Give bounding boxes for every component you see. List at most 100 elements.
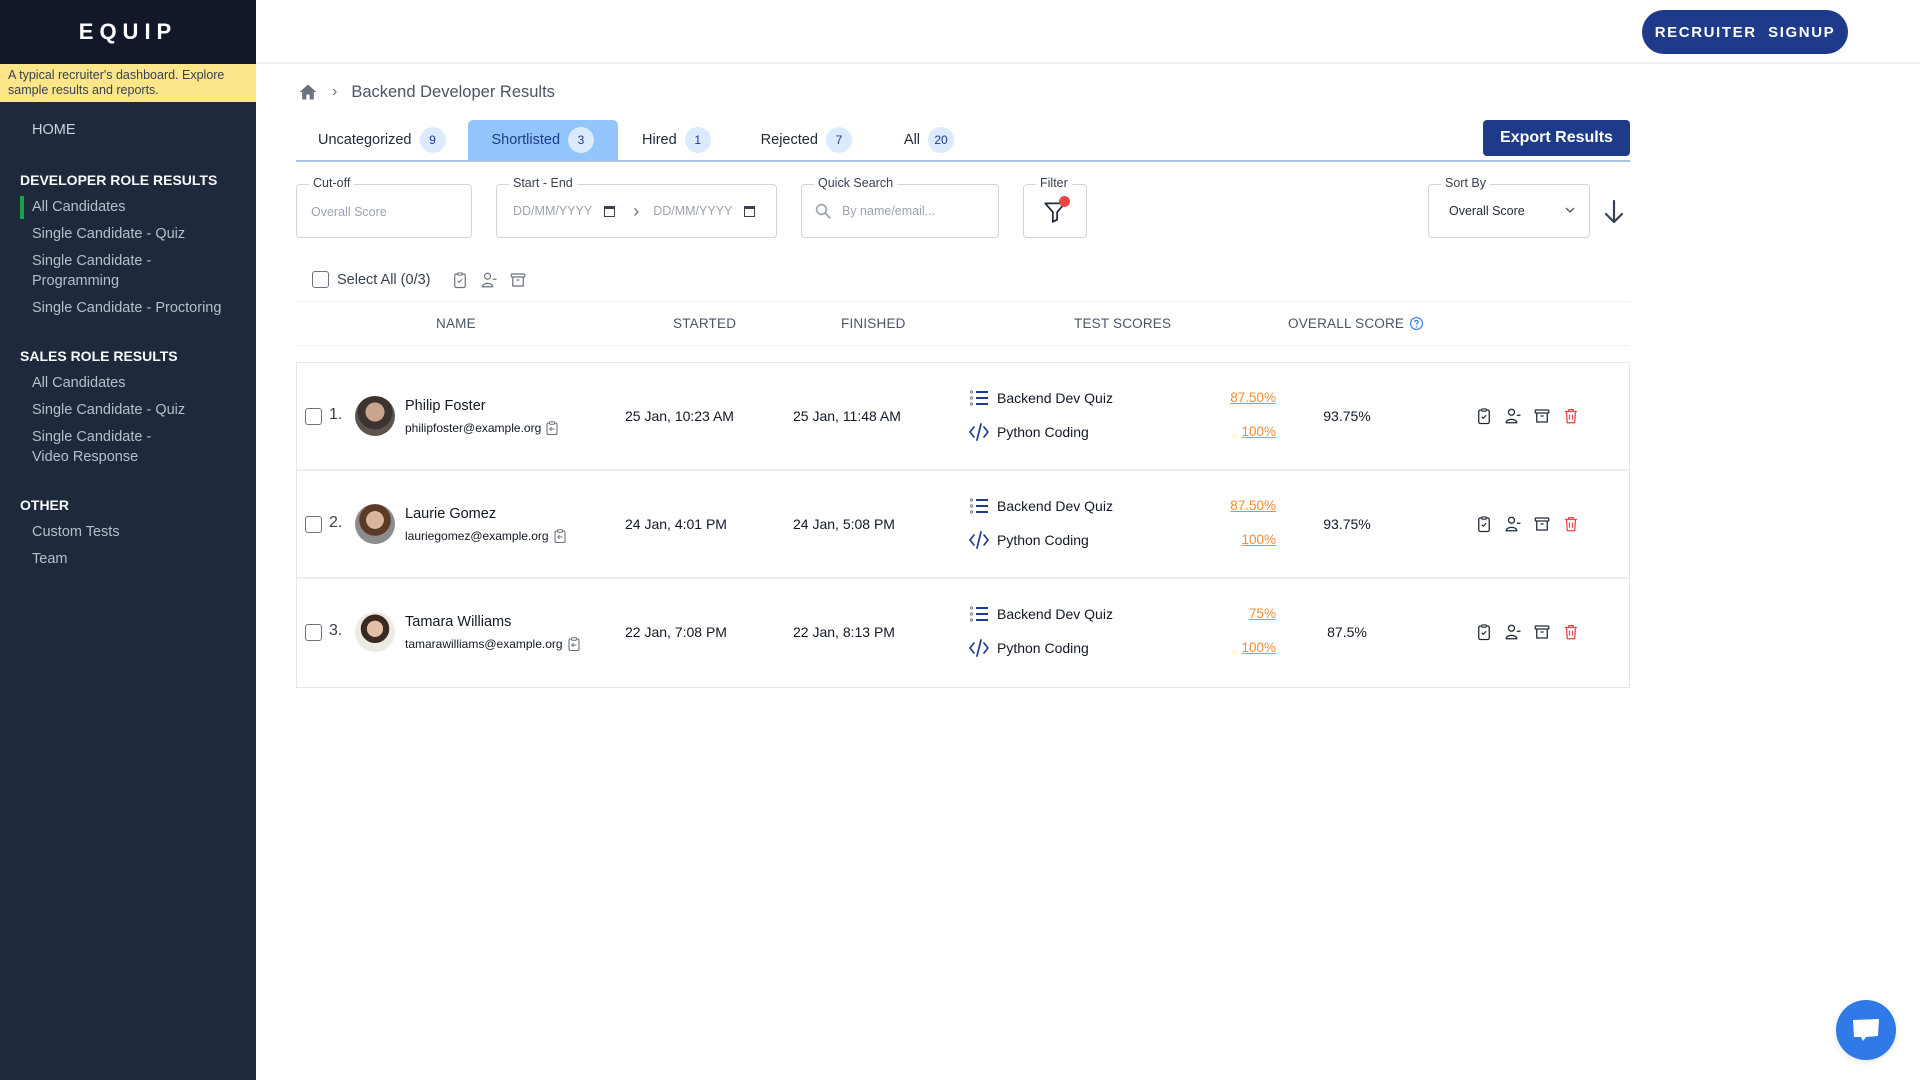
chevron-down-icon (1565, 207, 1575, 213)
tab-count-badge: 7 (825, 127, 852, 153)
export-results-button[interactable]: Export Results (1483, 120, 1630, 156)
quiz-score-link[interactable]: 87.50% (1230, 498, 1276, 513)
tab-hired[interactable]: Hired 1 (618, 120, 733, 160)
archive-icon[interactable] (1533, 515, 1551, 533)
calendar-icon[interactable] (604, 205, 616, 217)
chat-support-button[interactable] (1836, 1000, 1896, 1060)
overall-score: 87.5% (1327, 624, 1367, 640)
table-header: NAME STARTED FINISHED TEST SCORES OVERAL… (296, 302, 1630, 346)
copy-icon[interactable] (554, 529, 566, 543)
coding-score-link[interactable]: 100% (1241, 532, 1276, 547)
test-coding: Python Coding (969, 639, 1089, 657)
shortlist-clipboard-icon[interactable] (451, 271, 469, 289)
tab-rejected[interactable]: Rejected 7 (733, 120, 874, 160)
copy-icon[interactable] (546, 421, 558, 435)
sidebar-item-dev-all-candidates[interactable]: All Candidates (0, 194, 256, 221)
row-checkbox[interactable] (305, 516, 322, 533)
tab-uncategorized[interactable]: Uncategorized 9 (296, 120, 468, 160)
tab-label: Shortlisted (491, 132, 561, 148)
cutoff-field[interactable]: Cut-off Overall Score (296, 176, 472, 238)
row-checkbox[interactable] (305, 408, 322, 425)
candidate-email-wrap: lauriegomez@example.org (405, 529, 566, 543)
quick-search-field[interactable]: Quick Search By name/email... (801, 176, 999, 238)
calendar-icon[interactable] (744, 205, 756, 217)
sidebar-item-sales-video[interactable]: Single Candidate - Video Response (0, 424, 215, 471)
sidebar-item-dev-proctoring[interactable]: Single Candidate - Proctoring (0, 295, 256, 322)
end-date-input[interactable]: DD/MM/YYYY (653, 204, 732, 218)
candidate-row[interactable]: 1. Philip Foster philipfoster@example.or… (297, 363, 1629, 471)
coding-score-link[interactable]: 100% (1241, 424, 1276, 439)
reject-user-icon[interactable] (1504, 515, 1522, 533)
shortlist-clipboard-icon[interactable] (1475, 515, 1493, 533)
delete-trash-icon[interactable] (1562, 407, 1580, 425)
test-name: Backend Dev Quiz (997, 390, 1113, 406)
archive-icon[interactable] (509, 271, 527, 289)
archive-icon[interactable] (1533, 623, 1551, 641)
reject-user-icon[interactable] (480, 271, 498, 289)
sort-direction-arrow-icon[interactable] (1602, 198, 1626, 226)
finished-time: 25 Jan, 11:48 AM (793, 408, 901, 424)
main-content: › Backend Developer Results Uncategorize… (296, 66, 1630, 688)
search-input[interactable]: By name/email... (842, 204, 935, 218)
tab-shortlisted[interactable]: Shortlisted 3 (467, 120, 619, 160)
overall-score: 93.75% (1323, 408, 1371, 424)
sidebar-section-sales: SALES ROLE RESULTS (20, 348, 178, 364)
brand-logo[interactable]: EQUIP (0, 0, 256, 64)
select-all-label: Select All (0/3) (337, 271, 431, 288)
shortlist-clipboard-icon[interactable] (1475, 407, 1493, 425)
select-all-checkbox[interactable] (312, 271, 329, 288)
sidebar-item-sales-all-candidates[interactable]: All Candidates (0, 370, 256, 397)
quiz-score-link[interactable]: 75% (1249, 606, 1276, 621)
coding-score-link[interactable]: 100% (1241, 640, 1276, 655)
finished-time: 24 Jan, 5:08 PM (793, 516, 895, 532)
help-icon[interactable] (1409, 316, 1424, 331)
delete-trash-icon[interactable] (1562, 623, 1580, 641)
page-title: Backend Developer Results (351, 82, 555, 101)
sidebar: EQUIP A typical recruiter's dashboard. E… (0, 0, 256, 1080)
delete-trash-icon[interactable] (1562, 515, 1580, 533)
candidate-email: philipfoster@example.org (405, 421, 542, 435)
start-date-input[interactable]: DD/MM/YYYY (513, 204, 592, 218)
sidebar-item-dev-quiz[interactable]: Single Candidate - Quiz (0, 221, 256, 248)
column-header-started[interactable]: STARTED (673, 316, 736, 331)
column-header-finished[interactable]: FINISHED (841, 316, 906, 331)
tab-label: Uncategorized (318, 132, 412, 148)
breadcrumb-chevron-icon: › (332, 83, 338, 100)
sidebar-item-team[interactable]: Team (0, 546, 256, 573)
sort-by-label: Sort By (1441, 176, 1490, 190)
filter-active-indicator (1059, 196, 1070, 207)
reject-user-icon[interactable] (1504, 623, 1522, 641)
sidebar-item-dev-programming[interactable]: Single Candidate - Programming (0, 248, 200, 295)
candidate-row[interactable]: 2. Laurie Gomez lauriegomez@example.org … (297, 471, 1629, 579)
test-name: Python Coding (997, 532, 1089, 548)
home-icon[interactable] (298, 82, 318, 102)
sidebar-item-home[interactable]: HOME (0, 114, 256, 146)
tab-label: All (903, 132, 921, 148)
candidate-row[interactable]: 3. Tamara Williams tamarawilliams@exampl… (297, 579, 1629, 687)
sidebar-item-sales-quiz[interactable]: Single Candidate - Quiz (0, 397, 256, 424)
row-checkbox[interactable] (305, 624, 322, 641)
overall-score-label: OVERALL SCORE (1288, 316, 1405, 331)
sidebar-item-custom-tests[interactable]: Custom Tests (0, 519, 256, 546)
tab-all[interactable]: All 20 (874, 120, 976, 160)
sidebar-nav: HOME DEVELOPER ROLE RESULTS All Candidat… (0, 102, 256, 573)
column-header-name[interactable]: NAME (436, 316, 476, 331)
candidate-email-wrap: tamarawilliams@example.org (405, 637, 580, 651)
shortlist-clipboard-icon[interactable] (1475, 623, 1493, 641)
candidate-name[interactable]: Tamara Williams (405, 614, 511, 630)
avatar (355, 612, 395, 652)
archive-icon[interactable] (1533, 407, 1551, 425)
sort-by-select[interactable]: Sort By Overall Score (1428, 176, 1590, 238)
reject-user-icon[interactable] (1504, 407, 1522, 425)
filter-button[interactable]: Filter (1023, 176, 1087, 238)
quiz-score-link[interactable]: 87.50% (1230, 390, 1276, 405)
cutoff-input[interactable]: Overall Score (311, 205, 387, 219)
column-header-overall-score[interactable]: OVERALL SCORE (1288, 316, 1424, 331)
copy-icon[interactable] (568, 637, 580, 651)
test-name: Python Coding (997, 640, 1089, 656)
candidate-name[interactable]: Laurie Gomez (405, 506, 496, 522)
column-header-test-scores[interactable]: TEST SCORES (1074, 316, 1171, 331)
candidate-name[interactable]: Philip Foster (405, 398, 486, 414)
recruiter-signup-button[interactable]: RECRUITER SIGNUP (1642, 10, 1848, 54)
row-actions (1475, 515, 1580, 533)
